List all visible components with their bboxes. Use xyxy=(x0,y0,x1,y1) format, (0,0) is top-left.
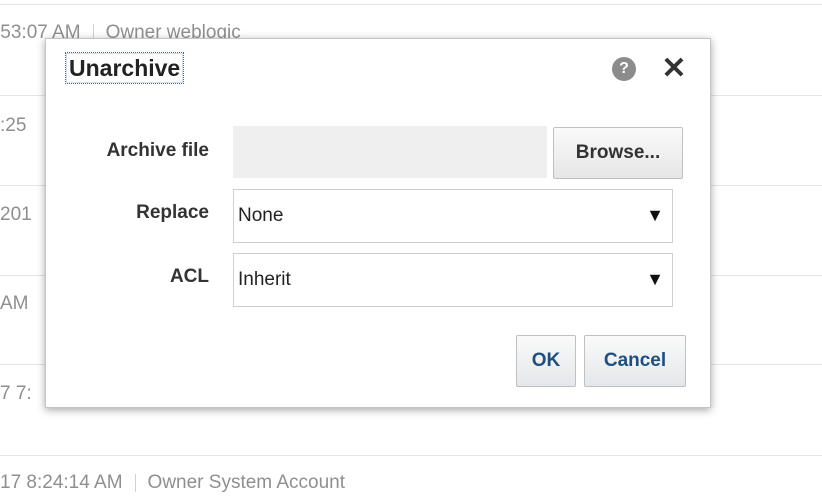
help-icon[interactable]: ? xyxy=(612,57,636,81)
ok-button[interactable]: OK xyxy=(516,335,576,387)
acl-select[interactable]: Inherit ▼ xyxy=(233,253,673,307)
list-item-owner: Owner System Account xyxy=(147,472,346,493)
row-divider xyxy=(0,455,822,456)
cancel-button[interactable]: Cancel xyxy=(584,335,686,387)
replace-label: Replace xyxy=(136,202,209,223)
row-divider xyxy=(0,4,822,5)
list-item-time: AM xyxy=(0,293,29,314)
dialog-header[interactable]: Unarchive ? ✕ xyxy=(46,39,710,97)
list-item-time: :25 xyxy=(0,115,27,136)
list-item-time: 17 8:24:14 AM xyxy=(0,472,123,493)
list-item[interactable]: 17 8:24:14 AM Owner System Account xyxy=(0,472,822,494)
replace-select[interactable]: None ▼ xyxy=(233,189,673,243)
archive-file-field[interactable] xyxy=(233,126,547,178)
close-icon[interactable]: ✕ xyxy=(660,53,688,85)
browse-button[interactable]: Browse... xyxy=(553,127,683,179)
archive-file-label: Archive file xyxy=(106,140,209,161)
list-item-time: 201 xyxy=(0,204,32,225)
separator xyxy=(134,473,136,492)
replace-selected-value: None xyxy=(238,205,284,226)
acl-selected-value: Inherit xyxy=(238,269,291,290)
dropdown-arrow-icon: ▼ xyxy=(646,205,664,225)
acl-label: ACL xyxy=(169,266,209,287)
unarchive-dialog: Unarchive ? ✕ Archive file Browse... Rep… xyxy=(45,38,711,408)
list-item-time: 7 7: xyxy=(0,383,32,404)
dropdown-arrow-icon: ▼ xyxy=(646,269,664,289)
dialog-title: Unarchive xyxy=(65,52,185,84)
